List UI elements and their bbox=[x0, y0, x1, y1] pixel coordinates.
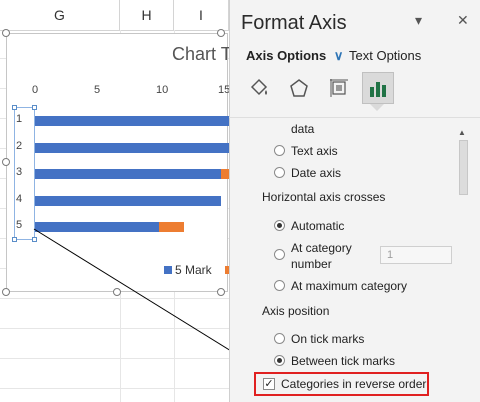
close-icon[interactable]: ✕ bbox=[457, 12, 469, 29]
scroll-up-icon[interactable]: ▲ bbox=[458, 128, 466, 137]
radio-on-tick-marks[interactable] bbox=[274, 333, 285, 344]
highlight-annotation bbox=[254, 372, 429, 396]
text-axis-label: Text axis bbox=[291, 144, 338, 158]
effects-icon[interactable] bbox=[283, 72, 315, 104]
radio-between-tick-marks[interactable] bbox=[274, 355, 285, 366]
date-type-option-partial: data bbox=[291, 122, 315, 136]
on-tick-marks-label: On tick marks bbox=[291, 332, 365, 346]
date-axis-label: Date axis bbox=[291, 166, 342, 180]
pane-title: Format Axis bbox=[241, 12, 347, 34]
automatic-label: Automatic bbox=[291, 219, 345, 233]
tab-axis-options-label: Axis Options bbox=[246, 48, 327, 63]
fill-line-icon[interactable] bbox=[243, 72, 275, 104]
size-properties-icon[interactable] bbox=[323, 72, 355, 104]
at-category-label-line1: At category bbox=[291, 241, 352, 255]
radio-at-category-number[interactable] bbox=[274, 249, 285, 260]
chevron-down-icon: ∨ bbox=[333, 48, 344, 63]
axis-options-icon[interactable] bbox=[362, 72, 394, 104]
radio-automatic[interactable] bbox=[274, 220, 285, 231]
active-tab-pointer bbox=[370, 104, 384, 111]
radio-at-maximum-category[interactable] bbox=[274, 280, 285, 291]
horizontal-axis-crosses-label: Horizontal axis crosses bbox=[262, 190, 386, 204]
between-tick-marks-label: Between tick marks bbox=[291, 354, 396, 368]
at-maximum-category-label: At maximum category bbox=[291, 279, 408, 293]
pane-options-dropdown[interactable]: ▾ bbox=[415, 12, 422, 29]
at-category-label-line2: number bbox=[291, 257, 332, 271]
tab-axis-options[interactable]: Axis Options ∨ bbox=[246, 48, 343, 64]
category-number-input[interactable]: 1 bbox=[380, 246, 452, 264]
scrollbar-thumb[interactable] bbox=[459, 140, 468, 195]
axis-position-label: Axis position bbox=[262, 304, 330, 318]
radio-date-axis[interactable] bbox=[274, 167, 285, 178]
tab-text-options[interactable]: Text Options bbox=[349, 48, 421, 63]
pane-separator bbox=[229, 117, 480, 118]
radio-text-axis[interactable] bbox=[274, 145, 285, 156]
